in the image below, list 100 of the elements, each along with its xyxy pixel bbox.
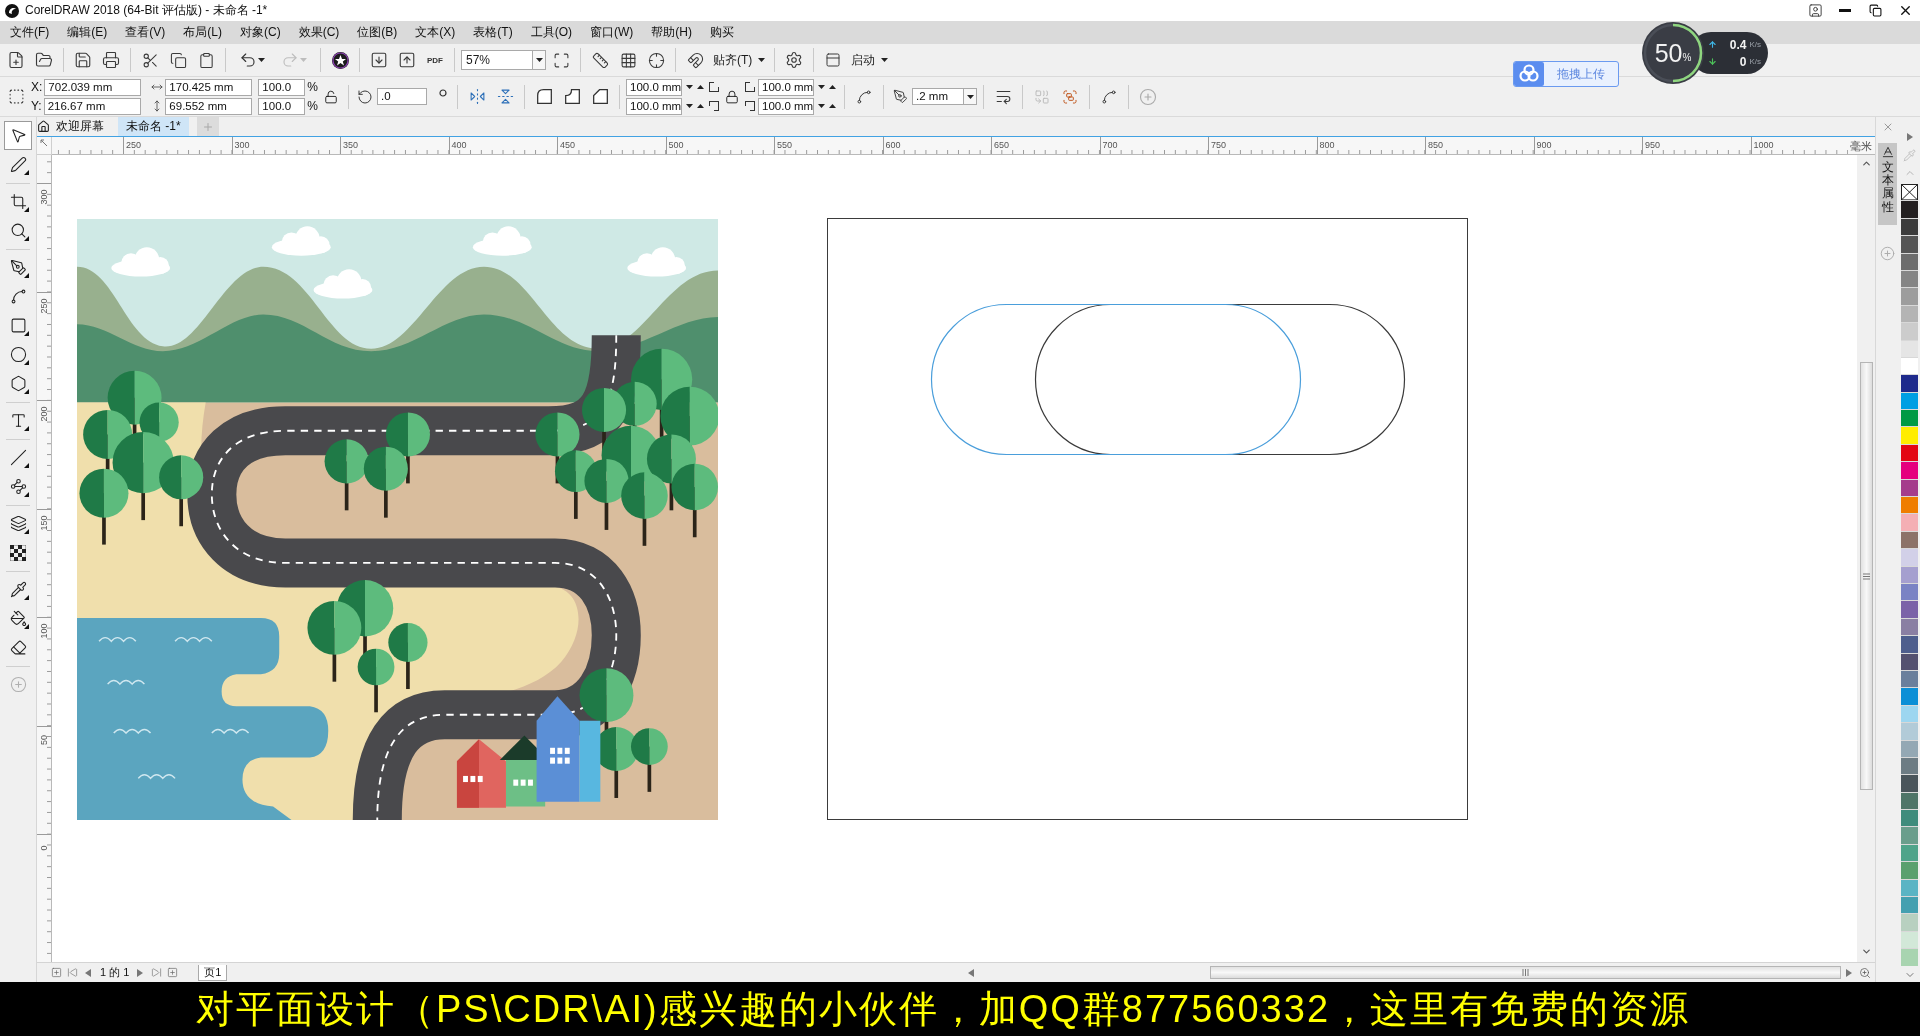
color-swatch[interactable] — [1901, 427, 1918, 444]
color-swatch[interactable] — [1901, 636, 1918, 653]
color-swatch[interactable] — [1901, 444, 1918, 462]
rotation-field[interactable]: .0 — [377, 88, 427, 105]
plus-icon — [201, 120, 214, 133]
color-swatch[interactable] — [1901, 566, 1918, 583]
color-swatch[interactable] — [1901, 688, 1918, 705]
text-properties-tab[interactable]: 文本属性 — [1878, 143, 1897, 225]
page-tab[interactable]: 页1 — [198, 964, 228, 981]
color-swatch[interactable] — [1901, 810, 1918, 827]
menu-item[interactable]: 工具(O) — [521, 21, 581, 44]
color-swatch[interactable] — [1901, 601, 1918, 618]
speed-unit-text: K/s — [1749, 40, 1761, 49]
menu-item[interactable]: 对象(C) — [231, 21, 290, 44]
copy-icon — [169, 51, 187, 69]
dropdown-button[interactable] — [964, 88, 977, 105]
corner-radius-field[interactable]: 100.0 mm — [626, 78, 682, 96]
rounded-corner-icon — [536, 89, 552, 104]
horizontal-scrollbar-thumb[interactable] — [1210, 966, 1841, 979]
color-swatch[interactable] — [1901, 705, 1918, 723]
outline-width-field[interactable]: .2 mm — [912, 88, 964, 105]
crop-icon — [9, 193, 27, 210]
scale-field[interactable]: 100.0 — [258, 97, 306, 115]
menu-item[interactable]: 购买 — [701, 21, 743, 44]
document-tab[interactable]: 未命名 -1* — [118, 117, 189, 136]
color-swatch[interactable] — [1901, 723, 1918, 740]
corner-radius-field[interactable]: 100.0 mm — [758, 78, 814, 96]
color-swatch[interactable] — [1901, 879, 1918, 896]
rotate-icon — [357, 88, 373, 105]
size-field[interactable]: 69.552 mm — [165, 97, 253, 115]
color-swatch[interactable] — [1901, 792, 1918, 810]
color-swatch[interactable] — [1901, 897, 1918, 914]
color-swatch[interactable] — [1901, 340, 1918, 357]
position-field[interactable]: 702.039 mm — [44, 78, 142, 96]
menu-item[interactable]: 位图(B) — [348, 21, 407, 44]
snap-to-dropdown[interactable]: 贴齐(T) — [710, 48, 769, 72]
color-swatch[interactable] — [1901, 479, 1918, 497]
color-swatch[interactable] — [1901, 497, 1918, 514]
color-swatch[interactable] — [1901, 827, 1918, 844]
launch-dropdown[interactable]: 启动 — [848, 48, 892, 72]
menu-item[interactable]: 文本(X) — [406, 21, 465, 44]
square-plus-icon — [50, 967, 62, 978]
color-swatch[interactable] — [1901, 653, 1918, 670]
color-swatch[interactable] — [1901, 410, 1918, 427]
color-swatch[interactable] — [1901, 775, 1918, 792]
color-swatch[interactable] — [1901, 462, 1918, 479]
color-swatch[interactable] — [1901, 514, 1918, 531]
color-swatch[interactable] — [1901, 584, 1918, 601]
corner-radius-field[interactable]: 100.0 mm — [758, 97, 814, 115]
menu-item[interactable]: 编辑(E) — [58, 21, 117, 44]
color-swatch[interactable] — [1901, 270, 1918, 288]
corner-marker-icon — [709, 82, 719, 92]
color-swatch[interactable] — [1901, 549, 1918, 566]
menu-item[interactable]: 效果(C) — [289, 21, 349, 44]
size-field[interactable]: 170.425 mm — [165, 78, 253, 96]
color-swatch[interactable] — [1901, 236, 1918, 253]
position-field[interactable]: 216.67 mm — [43, 97, 141, 115]
page-count-text: 1 的 1 — [100, 965, 130, 980]
color-swatch[interactable] — [1901, 862, 1918, 879]
color-swatch[interactable] — [1901, 305, 1918, 323]
color-swatch[interactable] — [1901, 618, 1918, 636]
color-swatch[interactable] — [1901, 357, 1918, 375]
color-swatch[interactable] — [1901, 375, 1918, 392]
color-swatch[interactable] — [1901, 914, 1918, 931]
color-swatch[interactable] — [1901, 288, 1918, 305]
pick-tool-button[interactable] — [4, 121, 32, 150]
zoom-level-field[interactable]: 57% — [461, 50, 533, 70]
scale-field[interactable]: 100.0 — [258, 78, 306, 96]
color-swatch[interactable] — [1901, 740, 1918, 757]
corner-radius-field[interactable]: 100.0 mm — [626, 97, 682, 115]
dropdown-button[interactable] — [533, 50, 546, 70]
arrow-down-icon — [1708, 57, 1717, 66]
color-swatch[interactable] — [1901, 844, 1918, 862]
menu-item[interactable]: 窗口(W) — [581, 21, 643, 44]
coordinate-label: X: — [31, 80, 43, 94]
menu-item[interactable]: 表格(T) — [464, 21, 522, 44]
flyout-arrow-icon — [24, 492, 29, 497]
skip-back-icon — [66, 967, 78, 978]
ruler-label: 650 — [994, 140, 1010, 150]
no-color-swatch-icon[interactable] — [1901, 184, 1918, 201]
vertical-scrollbar-thumb[interactable] — [1859, 362, 1873, 790]
color-swatch[interactable] — [1901, 323, 1918, 340]
color-swatch[interactable] — [1901, 531, 1918, 549]
color-swatch[interactable] — [1901, 949, 1918, 966]
color-swatch[interactable] — [1901, 218, 1918, 236]
publish-pdf-button[interactable]: PDF — [422, 47, 448, 73]
color-swatch[interactable] — [1901, 757, 1918, 775]
document-tab[interactable]: 欢迎屏幕 — [37, 117, 118, 136]
circle-icon — [9, 346, 27, 363]
scissors-icon — [141, 51, 159, 69]
menu-item[interactable]: 布局(L) — [174, 21, 231, 44]
menu-item[interactable]: 文件(F) — [1, 21, 59, 44]
menu-item[interactable]: 帮助(H) — [642, 21, 701, 44]
color-swatch[interactable] — [1901, 201, 1918, 218]
color-swatch[interactable] — [1901, 931, 1918, 949]
color-swatch[interactable] — [1901, 392, 1918, 410]
color-swatch[interactable] — [1901, 670, 1918, 688]
color-swatch[interactable] — [1901, 253, 1918, 270]
menu-item[interactable]: 查看(V) — [116, 21, 175, 44]
ruler-label: 0 — [39, 845, 49, 851]
